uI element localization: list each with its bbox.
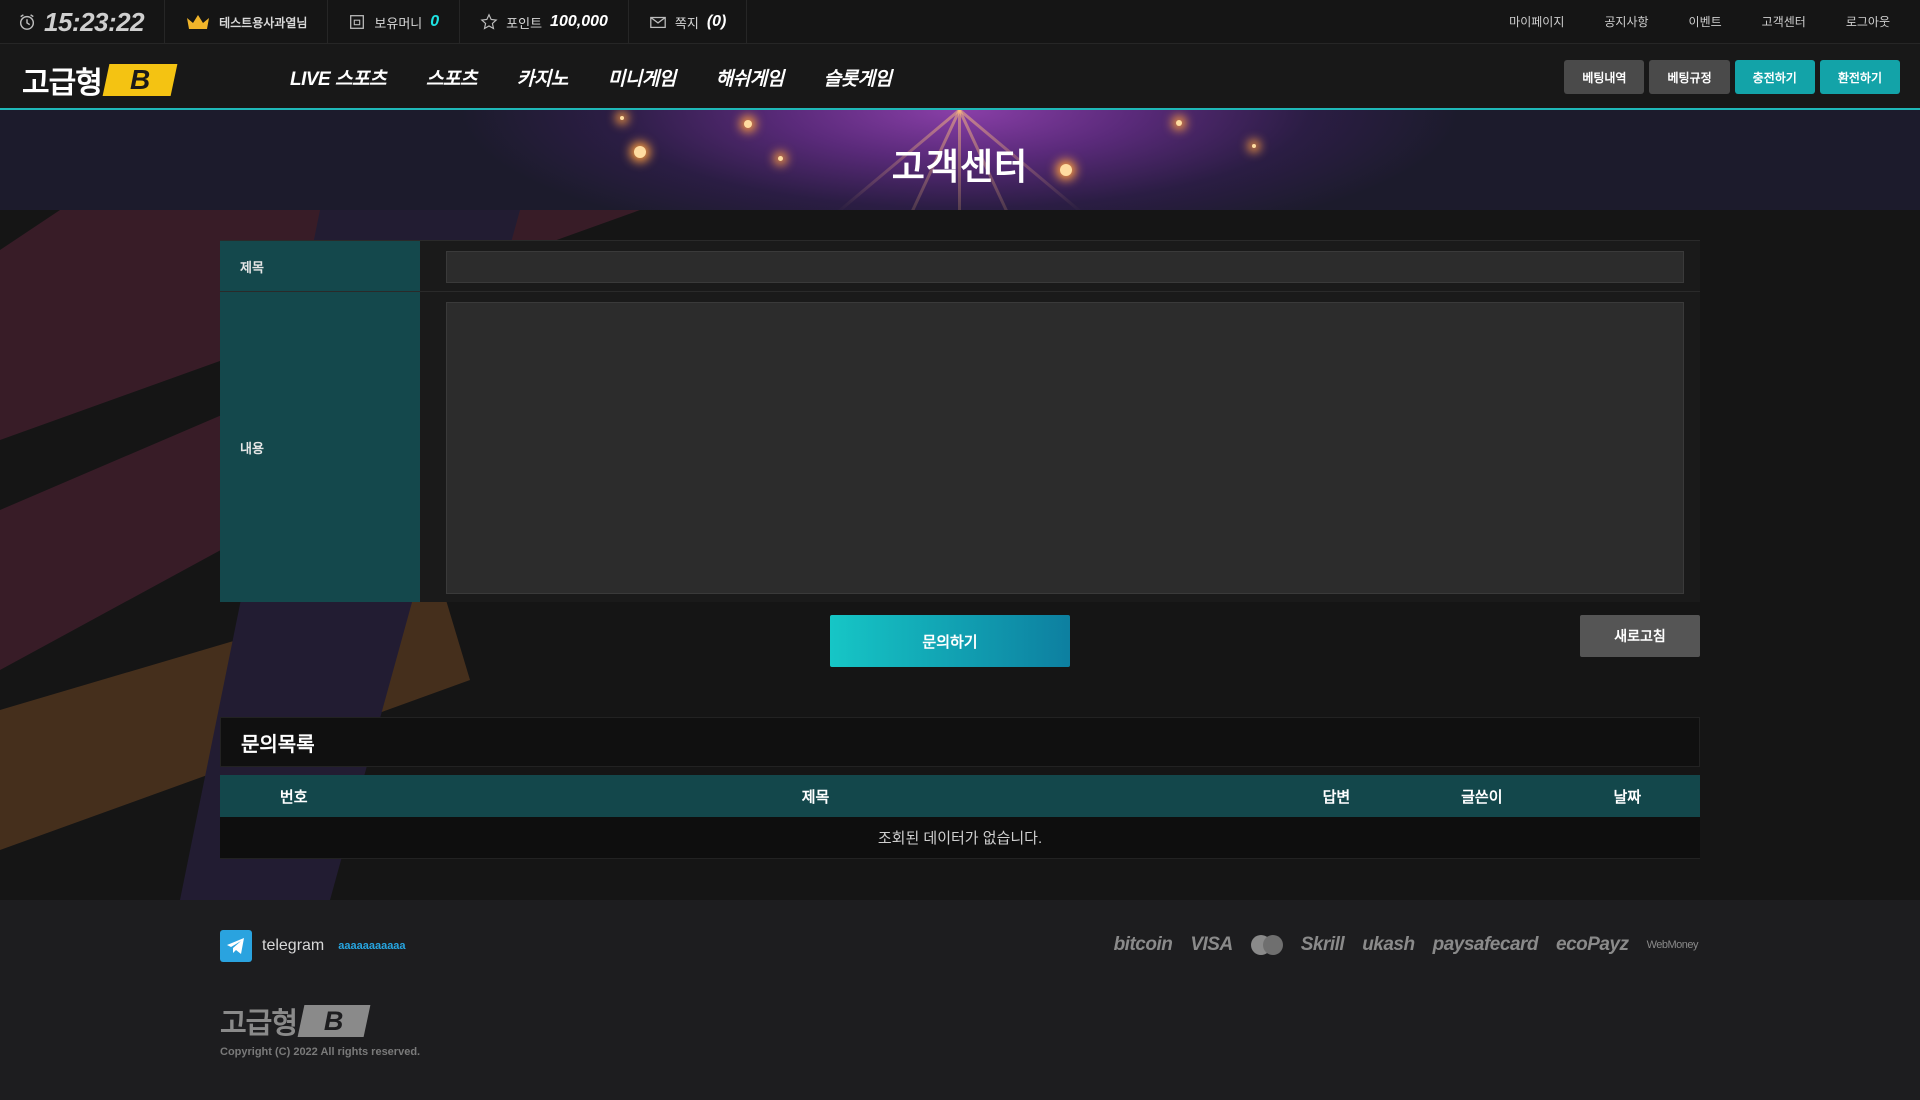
refresh-button[interactable]: 새로고침 [1580,615,1700,657]
visa-logo: VISA [1190,934,1233,955]
content-area: 제목 내용 문의하기 새로고침 문의목록 번호 제목 답변 글쓴이 날짜 조회된… [0,210,1920,900]
inquiry-list-title: 문의목록 [220,717,1700,767]
user-name: 테스트용사과열님 [219,15,308,30]
site-logo[interactable]: 고급형 B [22,58,178,102]
col-writer: 글쓴이 [1461,788,1503,806]
menu-minigame[interactable]: 미니게임 [588,64,696,91]
link-event[interactable]: 이벤트 [1669,13,1742,30]
point-value: 100,000 [550,13,608,30]
form-row-title: 제목 [220,240,1700,291]
withdraw-button[interactable]: 환전하기 [1819,60,1900,94]
bitcoin-logo: bitcoin [1113,934,1173,955]
point-info: 포인트 100,000 [460,0,629,44]
link-logout[interactable]: 로그아웃 [1826,13,1910,30]
title-input[interactable] [446,251,1684,283]
copyright: Copyright (C) 2022 All rights reserved. [220,1046,421,1058]
paysafecard-logo: paysafecard [1432,934,1539,955]
footer-logo-badge: B [297,1005,371,1037]
footer-logo: 고급형 B [220,1000,371,1042]
telegram-contact[interactable]: telegram aaaaaaaaaaa [220,930,406,962]
footer-logo-text: 고급형 [220,1008,298,1040]
clock-icon [19,14,35,30]
empty-message: 조회된 데이터가 없습니다. [220,817,1700,859]
bet-history-button[interactable]: 베팅내역 [1564,60,1645,94]
col-number: 번호 [279,788,308,806]
logo-badge: B [102,64,178,96]
title-label: 제목 [220,241,420,291]
col-title: 제목 [801,788,830,806]
menu-slotgame[interactable]: 슬롯게임 [804,64,912,91]
bet-rules-button[interactable]: 베팅규정 [1649,60,1730,94]
money-value: 0 [430,13,440,30]
deposit-button[interactable]: 충전하기 [1734,60,1815,94]
webmoney-logo: WebMoney [1646,939,1699,951]
title-field-wrap [420,241,1700,291]
money-label: 보유머니 [374,15,423,31]
telegram-label: telegram [262,937,325,954]
inquiry-list: 문의목록 번호 제목 답변 글쓴이 날짜 조회된 데이터가 없습니다. [220,717,1700,859]
content-textarea[interactable] [446,302,1684,594]
form-row-content: 내용 [220,291,1700,602]
main-nav: 고급형 B LIVE 스포츠 스포츠 카지노 미니게임 해쉬게임 슬롯게임 베팅… [0,44,1920,110]
menu-sports[interactable]: 스포츠 [406,64,497,91]
content-field-wrap [420,292,1700,602]
top-status-bar: 15:23:22 테스트용사과열님 보유머니 0 포인트 100,000 쪽지 … [0,0,1920,44]
hero-banner: 고객센터 [0,110,1920,210]
col-answer: 답변 [1322,788,1351,806]
mail-icon [650,16,666,29]
star-icon [480,13,498,30]
sparkle [620,116,624,120]
clock-area: 15:23:22 [0,0,166,44]
col-date: 날짜 [1613,788,1642,806]
payment-logos: bitcoin VISA Skrill ukash paysafecard ec… [1113,934,1699,956]
nav-buttons: 베팅내역 베팅규정 충전하기 환전하기 [1564,60,1900,94]
sparkle [744,120,752,128]
user-info: 테스트용사과열님 [165,0,329,44]
inquiry-form: 제목 내용 [220,240,1700,602]
link-customer-center[interactable]: 고객센터 [1742,13,1826,30]
clock-time: 15:23:22 [44,6,145,37]
telegram-icon [220,930,252,962]
submit-inquiry-button[interactable]: 문의하기 [830,615,1070,667]
logo-text: 고급형 [22,67,103,100]
wallet-icon [350,15,365,29]
logo-badge-letter: B [129,64,150,95]
menu-casino[interactable]: 카지노 [497,64,588,91]
ecopayz-logo: ecoPayz [1556,934,1629,955]
message-count: (0) [706,13,727,30]
message-label: 쪽지 [674,15,699,31]
content-label: 내용 [220,292,420,602]
page-title: 고객센터 [891,146,1029,187]
link-mypage[interactable]: 마이페이지 [1489,13,1584,30]
money-info: 보유머니 0 [328,0,461,44]
telegram-id: aaaaaaaaaaa [338,940,406,952]
top-links: 마이페이지 공지사항 이벤트 고객센터 로그아웃 [1489,0,1920,43]
menu-live-sports[interactable]: LIVE 스포츠 [270,64,406,91]
mastercard-icon [1250,935,1283,955]
link-notice[interactable]: 공지사항 [1584,13,1668,30]
menu-hashgame[interactable]: 해쉬게임 [696,64,804,91]
skrill-logo: Skrill [1300,934,1345,955]
footer-logo-badge-letter: B [324,1005,344,1036]
ukash-logo: ukash [1362,934,1415,955]
crown-icon [187,15,210,29]
message-info[interactable]: 쪽지 (0) [629,0,748,44]
menu: LIVE 스포츠 스포츠 카지노 미니게임 해쉬게임 슬롯게임 [270,44,912,110]
table-header: 번호 제목 답변 글쓴이 날짜 [220,775,1700,817]
footer: telegram aaaaaaaaaaa bitcoin VISA Skrill… [0,900,1920,1100]
sparkle [1176,120,1182,126]
point-label: 포인트 [506,15,543,31]
